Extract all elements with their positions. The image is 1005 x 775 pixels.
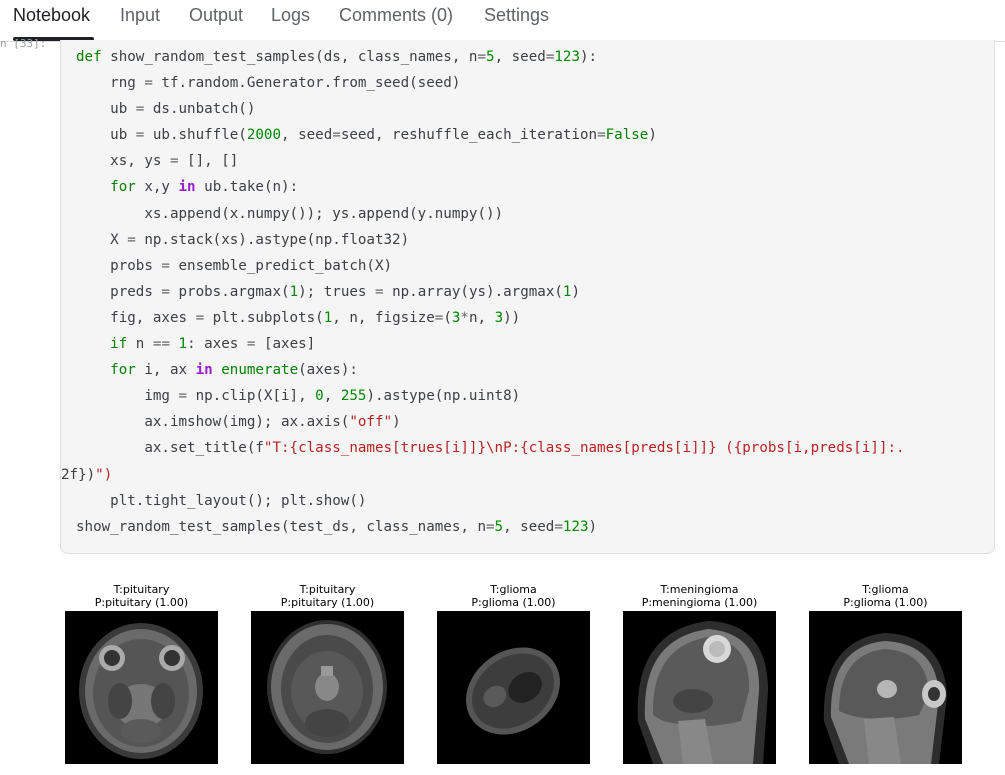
code-line[interactable]: for x,y in ub.take(n): xyxy=(76,174,905,200)
code-line[interactable]: ub = ds.unbatch() xyxy=(76,96,905,122)
predicted-label: P:pituitary (1.00) xyxy=(280,596,375,609)
sagittal-mri-image xyxy=(623,611,776,764)
code-line[interactable]: xs, ys = [], [] xyxy=(76,148,905,174)
code-line[interactable]: for i, ax in enumerate(axes): xyxy=(76,357,905,383)
axial-mri-image xyxy=(65,611,218,764)
sagittal-mri-image xyxy=(809,611,962,764)
tab-output[interactable]: Output xyxy=(189,5,243,39)
code-line[interactable]: plt.tight_layout(); plt.show() xyxy=(76,488,905,514)
code-editor[interactable]: def show_random_test_samples(ds, class_n… xyxy=(61,44,905,540)
code-line[interactable]: probs = ensemble_predict_batch(X) xyxy=(76,253,905,279)
code-line[interactable]: X = np.stack(xs).astype(np.float32) xyxy=(76,227,905,253)
tab-logs[interactable]: Logs xyxy=(271,5,310,39)
cell-execution-prompt: n [33]: xyxy=(0,37,47,50)
tab-settings[interactable]: Settings xyxy=(484,5,549,39)
tab-input[interactable]: Input xyxy=(120,5,160,39)
code-line[interactable]: rng = tf.random.Generator.from_seed(seed… xyxy=(76,70,905,96)
tab-notebook[interactable]: Notebook xyxy=(13,5,90,39)
code-line[interactable]: show_random_test_samples(test_ds, class_… xyxy=(76,514,905,540)
true-label: T:glioma xyxy=(862,583,909,596)
rotated-mri-image xyxy=(437,611,590,764)
code-line[interactable]: if n == 1: axes = [axes] xyxy=(76,331,905,357)
true-label: T:glioma xyxy=(490,583,537,596)
tab-comments[interactable]: Comments (0) xyxy=(339,5,453,39)
code-line[interactable]: def show_random_test_samples(ds, class_n… xyxy=(76,44,905,70)
predicted-label: P:pituitary (1.00) xyxy=(94,596,189,609)
predicted-label: P:glioma (1.00) xyxy=(843,596,928,609)
code-line[interactable]: xs.append(x.numpy()); ys.append(y.numpy(… xyxy=(76,201,905,227)
cell-output: T:pituitary P:pituitary (1.00) T:pituita… xyxy=(0,580,1005,775)
code-line[interactable]: ub = ub.shuffle(2000, seed=seed, reshuff… xyxy=(76,122,905,148)
predicted-label: P:meningioma (1.00) xyxy=(641,596,758,609)
notebook-tab-bar: Notebook Input Output Logs Comments (0) … xyxy=(0,0,1005,42)
code-line[interactable]: ax.imshow(img); ax.axis("off") xyxy=(76,409,905,435)
code-cell[interactable]: def show_random_test_samples(ds, class_n… xyxy=(60,40,995,554)
true-label: T:meningioma xyxy=(660,583,739,596)
true-label: T:pituitary xyxy=(113,583,170,596)
true-label: T:pituitary xyxy=(299,583,356,596)
code-line[interactable]: preds = probs.argmax(1); trues = np.arra… xyxy=(76,279,905,305)
axial-mri-image xyxy=(251,611,404,764)
code-line[interactable]: img = np.clip(X[i], 0, 255).astype(np.ui… xyxy=(76,383,905,409)
code-line[interactable]: ax.set_title(f"T:{class_names[trues[i]]}… xyxy=(76,435,904,461)
predicted-label: P:glioma (1.00) xyxy=(471,596,556,609)
code-line[interactable]: fig, axes = plt.subplots(1, n, figsize=(… xyxy=(76,305,905,331)
code-line[interactable]: 2f})") xyxy=(61,462,905,488)
